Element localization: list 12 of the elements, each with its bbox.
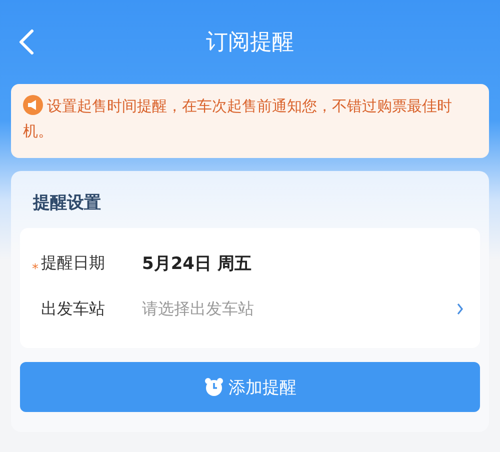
add-reminder-button[interactable]: 添加提醒 bbox=[20, 362, 480, 412]
section-title: 提醒设置 bbox=[32, 192, 102, 215]
page-title: 订阅提醒 bbox=[206, 29, 294, 57]
station-picker[interactable]: 请选择出发车站 bbox=[142, 298, 456, 320]
chevron-right-icon[interactable] bbox=[456, 303, 464, 315]
field-label: 提醒日期 bbox=[41, 252, 105, 274]
notice-text: 设置起售时间提醒，在车次起售前通知您，不错过购票最佳时机。 bbox=[11, 84, 489, 158]
megaphone-icon bbox=[23, 95, 43, 115]
alarm-clock-icon bbox=[204, 377, 224, 397]
required-mark: * bbox=[32, 262, 40, 276]
field-label: 出发车站 bbox=[41, 298, 105, 320]
date-value[interactable]: 5月24日 周五 bbox=[142, 252, 252, 274]
